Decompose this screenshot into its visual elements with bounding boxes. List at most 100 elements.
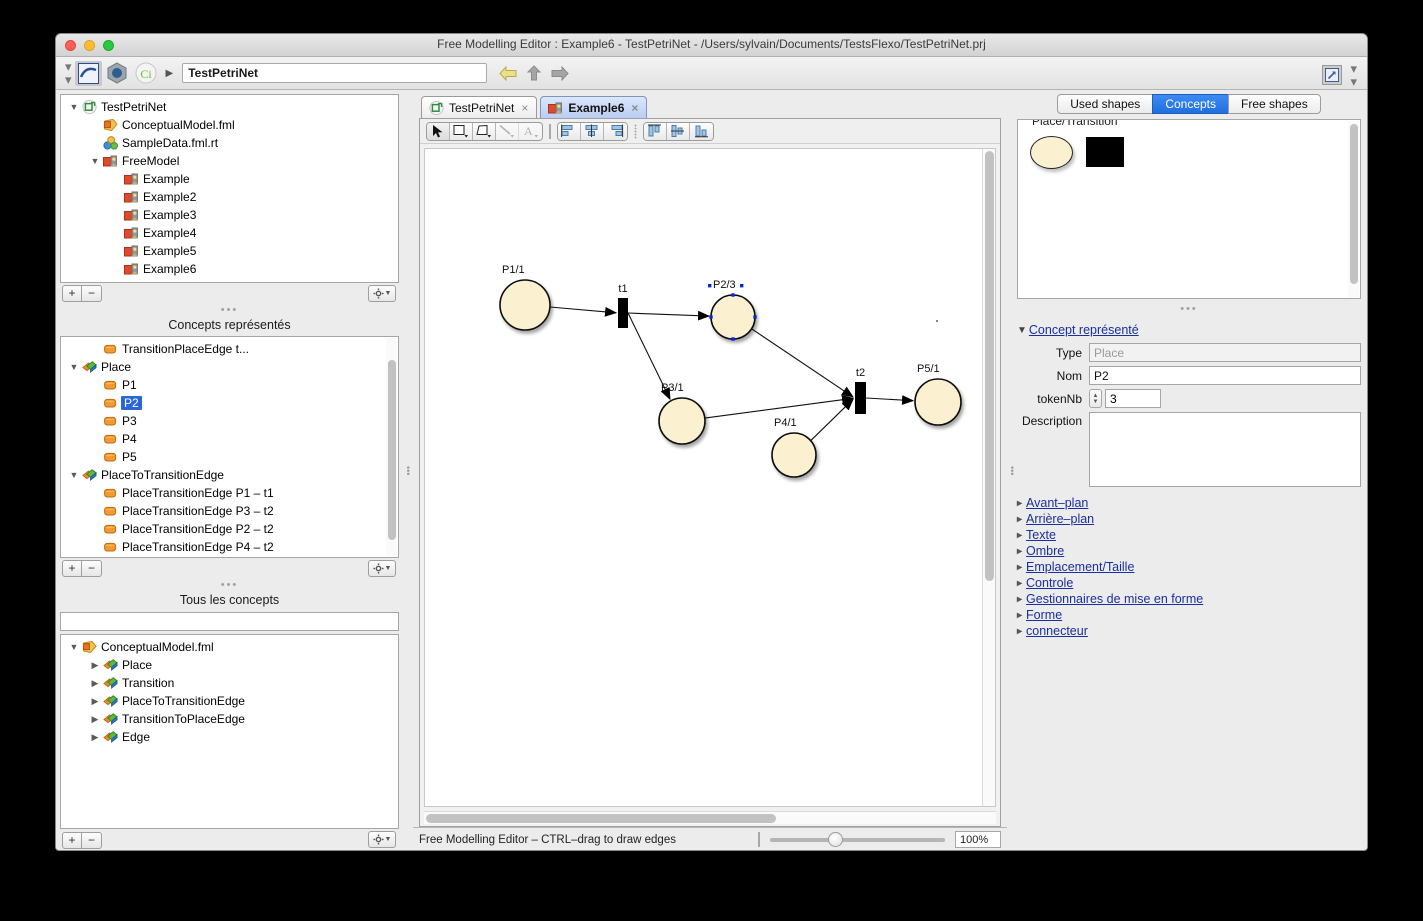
twisty-cell[interactable]: ▼ (66, 362, 82, 372)
petri-edge-P2-t2[interactable] (751, 328, 854, 398)
chevron-right-icon[interactable]: ▸ (1017, 530, 1022, 541)
zoom-level-field[interactable]: 100% (955, 831, 1001, 848)
twisty-expanded[interactable]: ▼ (91, 156, 100, 166)
inspector-link[interactable]: Forme (1026, 608, 1062, 622)
petri-edge-P4-t2[interactable] (810, 398, 854, 442)
all-concepts-settings-button[interactable]: ▼ (368, 831, 396, 849)
tokennb-stepper[interactable]: ▲ ▼ (1089, 389, 1102, 408)
petri-place-P3[interactable]: P3/1 (658, 382, 706, 445)
inspector-link[interactable]: Avant–plan (1026, 496, 1088, 510)
concepts-tree-item-row[interactable]: PlaceTransitionEdge P3 – t2 (63, 502, 398, 520)
inspector-link-row[interactable]: ▸ Texte (1017, 527, 1361, 543)
project-tree-item-row[interactable]: SampleData.fml.rt (63, 134, 398, 152)
twisty-cell[interactable]: ▼ (66, 470, 82, 480)
concepts-tree-item-row[interactable]: P2 (63, 394, 398, 412)
path-input[interactable]: TestPetriNet (182, 63, 488, 83)
polygon-tool-button[interactable] (473, 122, 496, 140)
place-ellipse-shape[interactable] (1030, 136, 1073, 169)
twisty-expanded[interactable]: ▼ (70, 642, 79, 652)
concepts-add-button[interactable]: + (62, 560, 82, 578)
tokennb-input[interactable]: 3 (1105, 389, 1161, 408)
left-splitter[interactable]: ••• (403, 90, 413, 850)
canvas-horizontal-scrollbar[interactable] (424, 811, 996, 824)
project-remove-button[interactable]: − (82, 285, 102, 303)
twisty-cell[interactable]: ▶ (87, 714, 103, 725)
zoom-slider[interactable] (770, 831, 945, 847)
project-tree-item-row[interactable]: Example5 (63, 242, 398, 260)
align-bottom-icon[interactable] (690, 122, 713, 140)
all-concepts-item-row[interactable]: ▶ Place (63, 656, 398, 674)
selection-handle[interactable] (753, 315, 757, 319)
forward-arrow-icon[interactable] (551, 65, 569, 81)
diagram-canvas[interactable]: t1 t2 P1/1 P2/3 P3/1 P4/1 P5/1 (424, 148, 996, 807)
inspector-splitter-grip[interactable]: ••• (1017, 304, 1361, 317)
concepts-settings-button[interactable]: ▼ (368, 559, 396, 577)
twisty-collapsed[interactable]: ▶ (92, 660, 99, 671)
twisty-collapsed[interactable]: ▶ (92, 714, 99, 725)
twisty-collapsed[interactable]: ▶ (92, 732, 99, 743)
concepts-tree-item-row[interactable]: PlaceTransitionEdge P4 – t2 (63, 538, 398, 556)
description-textarea[interactable] (1089, 412, 1361, 487)
project-tree-item-row[interactable]: Example6 (63, 260, 398, 278)
ci-circle-icon[interactable]: Ci (133, 61, 160, 86)
inspector-link-row[interactable]: ▸ Arrière–plan (1017, 511, 1361, 527)
chevron-right-icon[interactable]: ▸ (1017, 578, 1022, 589)
inspector-link-row[interactable]: ▸ Ombre (1017, 543, 1361, 559)
project-tree[interactable]: ▼ TestPetriNet ConceptualModel.fml SampleDa… (60, 94, 399, 283)
project-tree-item-row[interactable]: Example3 (63, 206, 398, 224)
concepts-represented-tree[interactable]: TransitionPlaceEdge t... ▼ Place P1 P2 P3 P4 P5… (60, 336, 399, 558)
detach-window-icon[interactable] (1322, 65, 1343, 85)
twisty-cell[interactable]: ▼ (87, 156, 103, 166)
align-top-icon[interactable] (644, 122, 667, 140)
concepts-tree-item-row[interactable]: P5 (63, 448, 398, 466)
inspector-link[interactable]: Gestionnaires de mise en forme (1026, 592, 1203, 606)
petri-edge-t1-P2[interactable] (627, 310, 711, 321)
petri-place-P4[interactable]: P4/1 (771, 417, 817, 478)
concepts-tree-item-row[interactable]: P1 (63, 376, 398, 394)
project-tree-item-row[interactable]: ConceptualModel.fml (63, 116, 398, 134)
all-concepts-item-row[interactable]: ▶ Edge (63, 728, 398, 746)
align-center-icon[interactable] (581, 122, 604, 140)
inspector-tab-used-shapes[interactable]: Used shapes (1057, 94, 1153, 114)
project-tree-item-row[interactable]: ▼ FreeModel (63, 152, 398, 170)
concepts-tree-item-row[interactable]: PlaceTransitionEdge P1 – t1 (63, 484, 398, 502)
inspector-tab-free-shapes[interactable]: Free shapes (1228, 94, 1321, 114)
project-tree-item-row[interactable]: Example2 (63, 188, 398, 206)
project-tree-item-row[interactable]: Example4 (63, 224, 398, 242)
text-tool-button[interactable]: A (519, 122, 542, 140)
canvas-vertical-scrollbar[interactable] (982, 149, 995, 806)
selection-handle[interactable] (740, 284, 744, 288)
inspector-tab-concepts[interactable]: Concepts (1152, 94, 1229, 114)
right-splitter[interactable]: ••• (1007, 90, 1017, 850)
petri-edge-P3-t2[interactable] (704, 394, 855, 419)
twisty-cell[interactable]: ▼ (66, 102, 82, 112)
twisty-collapsed[interactable]: ▶ (92, 678, 99, 689)
petri-transition-t1[interactable]: t1 (618, 283, 628, 328)
align-right-icon[interactable] (604, 122, 627, 140)
concepts-tree-item-row[interactable]: P3 (63, 412, 398, 430)
shape-palette[interactable]: Place/Transition (1017, 119, 1361, 299)
flexo-app-icon[interactable] (74, 60, 102, 86)
petri-edge-P1-t1[interactable] (549, 306, 618, 317)
inspector-link[interactable]: Controle (1026, 576, 1073, 590)
zoom-slider-knob[interactable] (828, 831, 843, 847)
chevron-double-down-icon[interactable]: ▾ ▾ (62, 60, 74, 86)
editor-tab-example6[interactable]: Example6 × (540, 96, 648, 118)
petri-place-P5[interactable]: P5/1 (914, 363, 962, 426)
inspector-link-row[interactable]: ▸ Avant–plan (1017, 495, 1361, 511)
concepts-tree-item-row[interactable]: ▼ Place (63, 358, 398, 376)
chevron-right-icon[interactable]: ▸ (1017, 594, 1022, 605)
project-settings-button[interactable]: ▼ (368, 284, 396, 302)
twisty-collapsed[interactable]: ▶ (92, 696, 99, 707)
project-tree-item-row[interactable]: ▼ TestPetriNet (63, 98, 398, 116)
petri-place-P1[interactable]: P1/1 (499, 264, 551, 331)
scrollbar-thumb-vertical[interactable] (985, 151, 994, 581)
palette-scrollbar[interactable] (1348, 121, 1359, 297)
inspector-link[interactable]: Ombre (1026, 544, 1064, 558)
chevron-down-icon[interactable]: ▼ (1017, 325, 1027, 336)
concepts-tree-item-row[interactable]: ▼ PlaceToTransitionEdge (63, 466, 398, 484)
inspector-link[interactable]: Emplacement/Taille (1026, 560, 1134, 574)
scrollbar-thumb[interactable] (388, 360, 396, 541)
inspector-link-row[interactable]: ▸ Controle (1017, 575, 1361, 591)
chevron-right-icon[interactable]: ▸ (1017, 562, 1022, 573)
